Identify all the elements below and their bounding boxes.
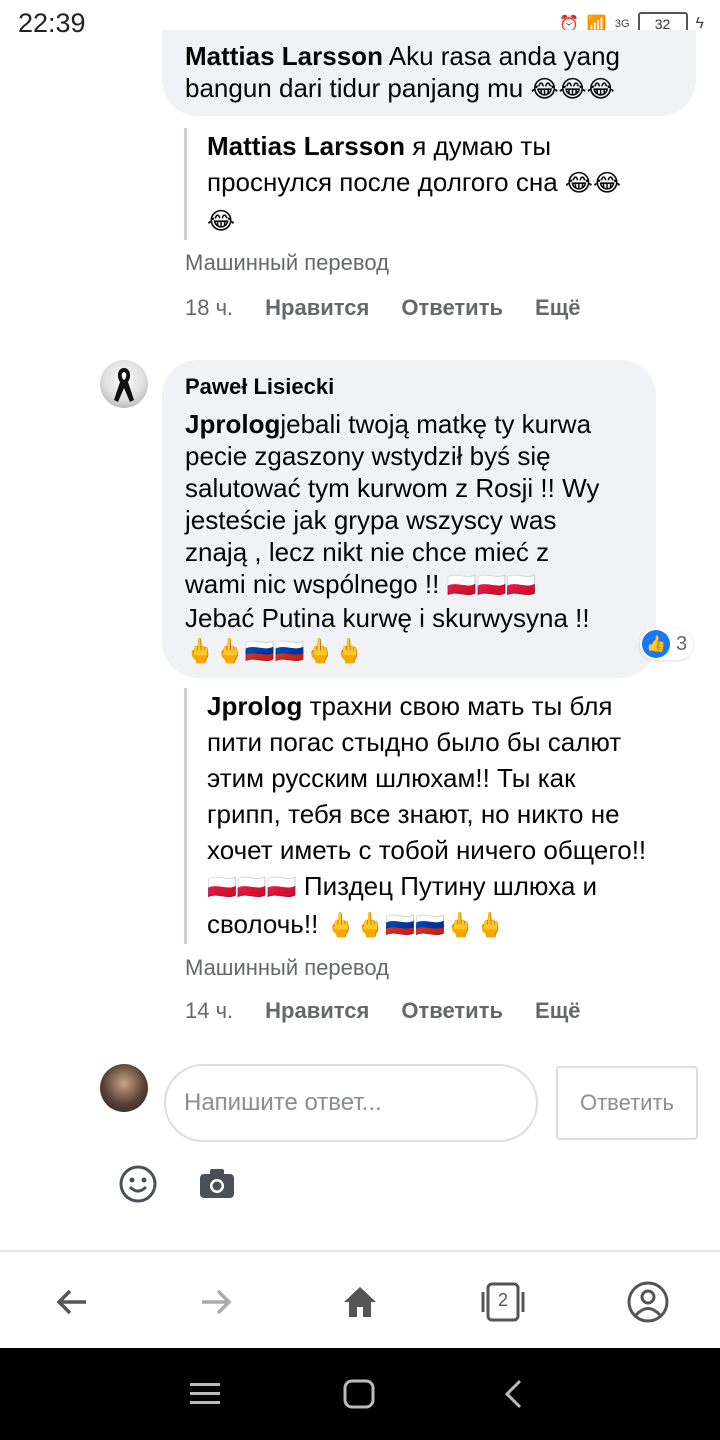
status-time: 22:39 (18, 8, 86, 38)
comment-text-mattias: Mattias Larsson Aku rasa anda yang bangu… (185, 41, 621, 103)
user-avatar[interactable] (100, 1064, 148, 1112)
comment-actions: 18 ч. Нравится Ответить Ещё (185, 295, 581, 321)
more-button[interactable]: Ещё (535, 998, 580, 1024)
reply-input[interactable]: Напишите ответ... (164, 1064, 538, 1142)
translation-quote: Jprolog трахни свою мать ты бля пити пог… (184, 688, 717, 944)
comment-actions: 14 ч. Нравится Ответить Ещё (185, 998, 581, 1024)
emoji-picker-icon[interactable] (118, 1164, 158, 1209)
tabs-count: 2 (497, 1290, 508, 1310)
translation-quote: Mattias Larsson я думаю ты проснулся пос… (184, 128, 707, 240)
machine-translation-label[interactable]: Машинный перевод (185, 955, 389, 981)
emoji-line: 🖕🖕🇷🇺🇷🇺🖕🖕 (185, 638, 365, 665)
comment-author[interactable]: Mattias Larsson (185, 41, 383, 71)
comment-time: 14 ч. (185, 998, 234, 1023)
comment-time: 18 ч. (185, 295, 234, 320)
comment-text-pawel: Jprologjebali twoją matkę ty kurwa pecie… (185, 409, 600, 665)
browser-nav-bar: 2 (0, 1250, 720, 1350)
mention-link[interactable]: Jprolog (185, 409, 280, 439)
reply-button[interactable]: Ответить (401, 295, 503, 321)
system-nav-bar (0, 1348, 720, 1440)
mourning-ribbon-icon (114, 368, 134, 402)
smiley-icon (119, 1165, 157, 1203)
machine-translation-label[interactable]: Машинный перевод (185, 250, 389, 276)
camera-glyph (200, 1169, 234, 1198)
poland-flag-emojis: 🇵🇱🇵🇱🇵🇱 (446, 572, 537, 599)
charging-icon: ϟ (695, 15, 704, 32)
avatar[interactable] (100, 360, 148, 408)
comment-author[interactable]: Paweł Lisiecki (185, 374, 334, 400)
menu-icon[interactable] (188, 1380, 222, 1413)
home-square-icon[interactable] (342, 1378, 376, 1415)
tabs-icon[interactable]: 2 (480, 1280, 526, 1324)
reply-submit-button[interactable]: Ответить (556, 1066, 698, 1140)
reply-button[interactable]: Ответить (401, 998, 503, 1024)
network-label: 3G (614, 18, 630, 30)
back-arrow-icon[interactable] (52, 1282, 92, 1327)
forward-arrow-icon[interactable] (196, 1282, 236, 1327)
reaction-count: 3 (676, 632, 688, 655)
laughing-emoji: 😂😂😂 (530, 76, 615, 103)
camera-icon[interactable] (198, 1166, 236, 1205)
profile-icon[interactable] (626, 1280, 670, 1329)
more-button[interactable]: Ещё (535, 295, 580, 321)
back-chevron-icon[interactable] (500, 1378, 526, 1415)
reaction-badge[interactable]: 👍 3 (640, 628, 694, 660)
like-button[interactable]: Нравится (265, 998, 369, 1024)
thumbs-up-icon: 👍 (642, 630, 670, 658)
home-icon[interactable] (340, 1282, 380, 1327)
like-button[interactable]: Нравится (265, 295, 369, 321)
